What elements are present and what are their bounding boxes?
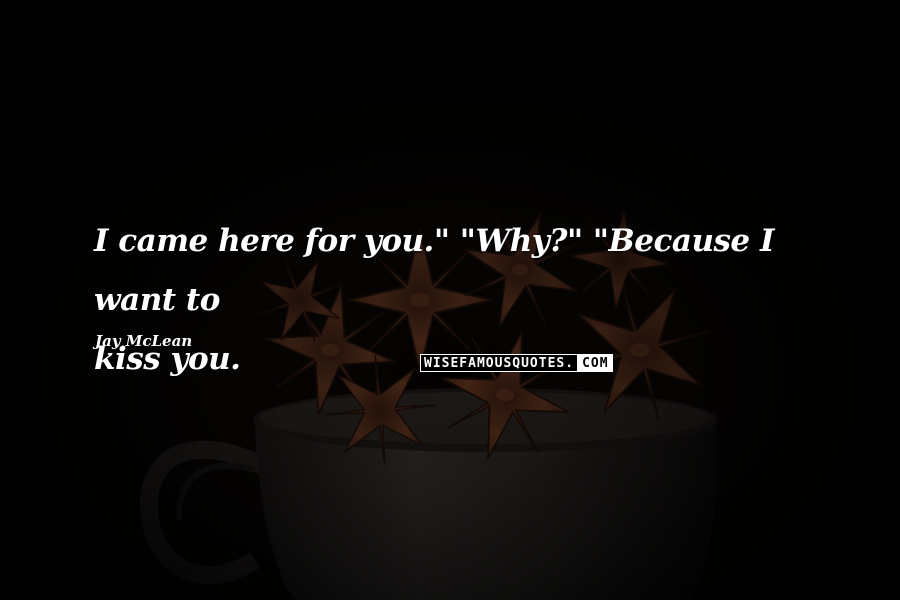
watermark-tld: COM <box>578 354 613 372</box>
quote-author: Jay McLean <box>95 332 193 350</box>
watermark-logo: WISEFAMOUSQUOTES. COM <box>420 354 613 372</box>
quote-line-1: I came here for you." "Why?" "Because I … <box>94 223 774 318</box>
watermark-main: WISEFAMOUSQUOTES. <box>420 354 579 372</box>
